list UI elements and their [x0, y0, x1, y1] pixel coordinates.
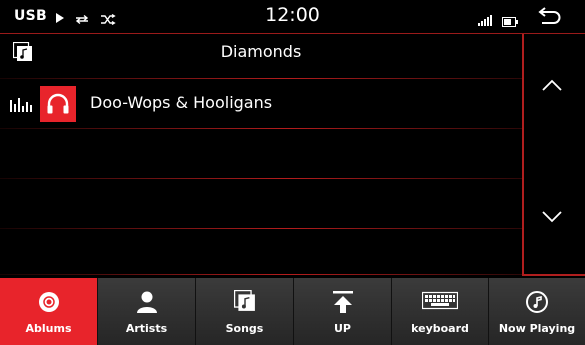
headphones-icon	[40, 86, 76, 122]
scroll-up-button[interactable]	[535, 48, 569, 128]
tab-label: Songs	[225, 322, 264, 335]
tab-label: Artists	[125, 322, 168, 335]
list-title: Diamonds	[220, 42, 302, 61]
up-arrow-icon	[294, 290, 391, 314]
back-icon[interactable]	[538, 5, 562, 31]
list-item-label: Doo-Wops & Hooligans	[90, 93, 273, 112]
music-folder-icon	[196, 290, 293, 314]
tab-albums[interactable]: Ablums	[0, 278, 98, 345]
tab-label: Now Playing	[498, 322, 576, 335]
person-icon	[98, 290, 195, 314]
tab-keyboard[interactable]: keyboard	[392, 278, 489, 345]
keyboard-icon	[392, 290, 488, 314]
chevron-up-icon	[542, 79, 562, 91]
row-divider	[0, 274, 522, 275]
row-divider	[0, 128, 522, 129]
tab-songs[interactable]: Songs	[196, 278, 294, 345]
list-item[interactable]: Doo-Wops & Hooligans	[0, 86, 522, 122]
tab-now-playing[interactable]: Now Playing	[489, 278, 585, 345]
scroll-column-bottom	[522, 274, 585, 276]
list-header: Diamonds	[0, 34, 522, 70]
bottom-tab-bar: Ablums Artists Songs UP keyboard Now Pla…	[0, 278, 585, 345]
now-playing-icon	[489, 290, 585, 314]
tab-label: UP	[334, 322, 351, 335]
chevron-down-icon	[542, 211, 562, 223]
signal-icon	[478, 11, 492, 30]
equalizer-icon	[10, 96, 32, 116]
status-bar: USB 12:00	[0, 0, 585, 33]
row-divider	[0, 78, 522, 79]
battery-icon	[502, 12, 518, 31]
tab-label: Ablums	[25, 322, 72, 335]
row-divider	[0, 178, 522, 179]
scroll-column-divider	[522, 34, 524, 276]
row-divider	[0, 228, 522, 229]
clock: 12:00	[265, 4, 320, 26]
scroll-down-button[interactable]	[535, 180, 569, 260]
tab-artists[interactable]: Artists	[98, 278, 196, 345]
tab-up[interactable]: UP	[294, 278, 392, 345]
tab-label: keyboard	[411, 322, 469, 335]
disc-icon	[0, 290, 97, 314]
album-list: Diamonds Doo-Wops & Hooligans	[0, 34, 522, 278]
